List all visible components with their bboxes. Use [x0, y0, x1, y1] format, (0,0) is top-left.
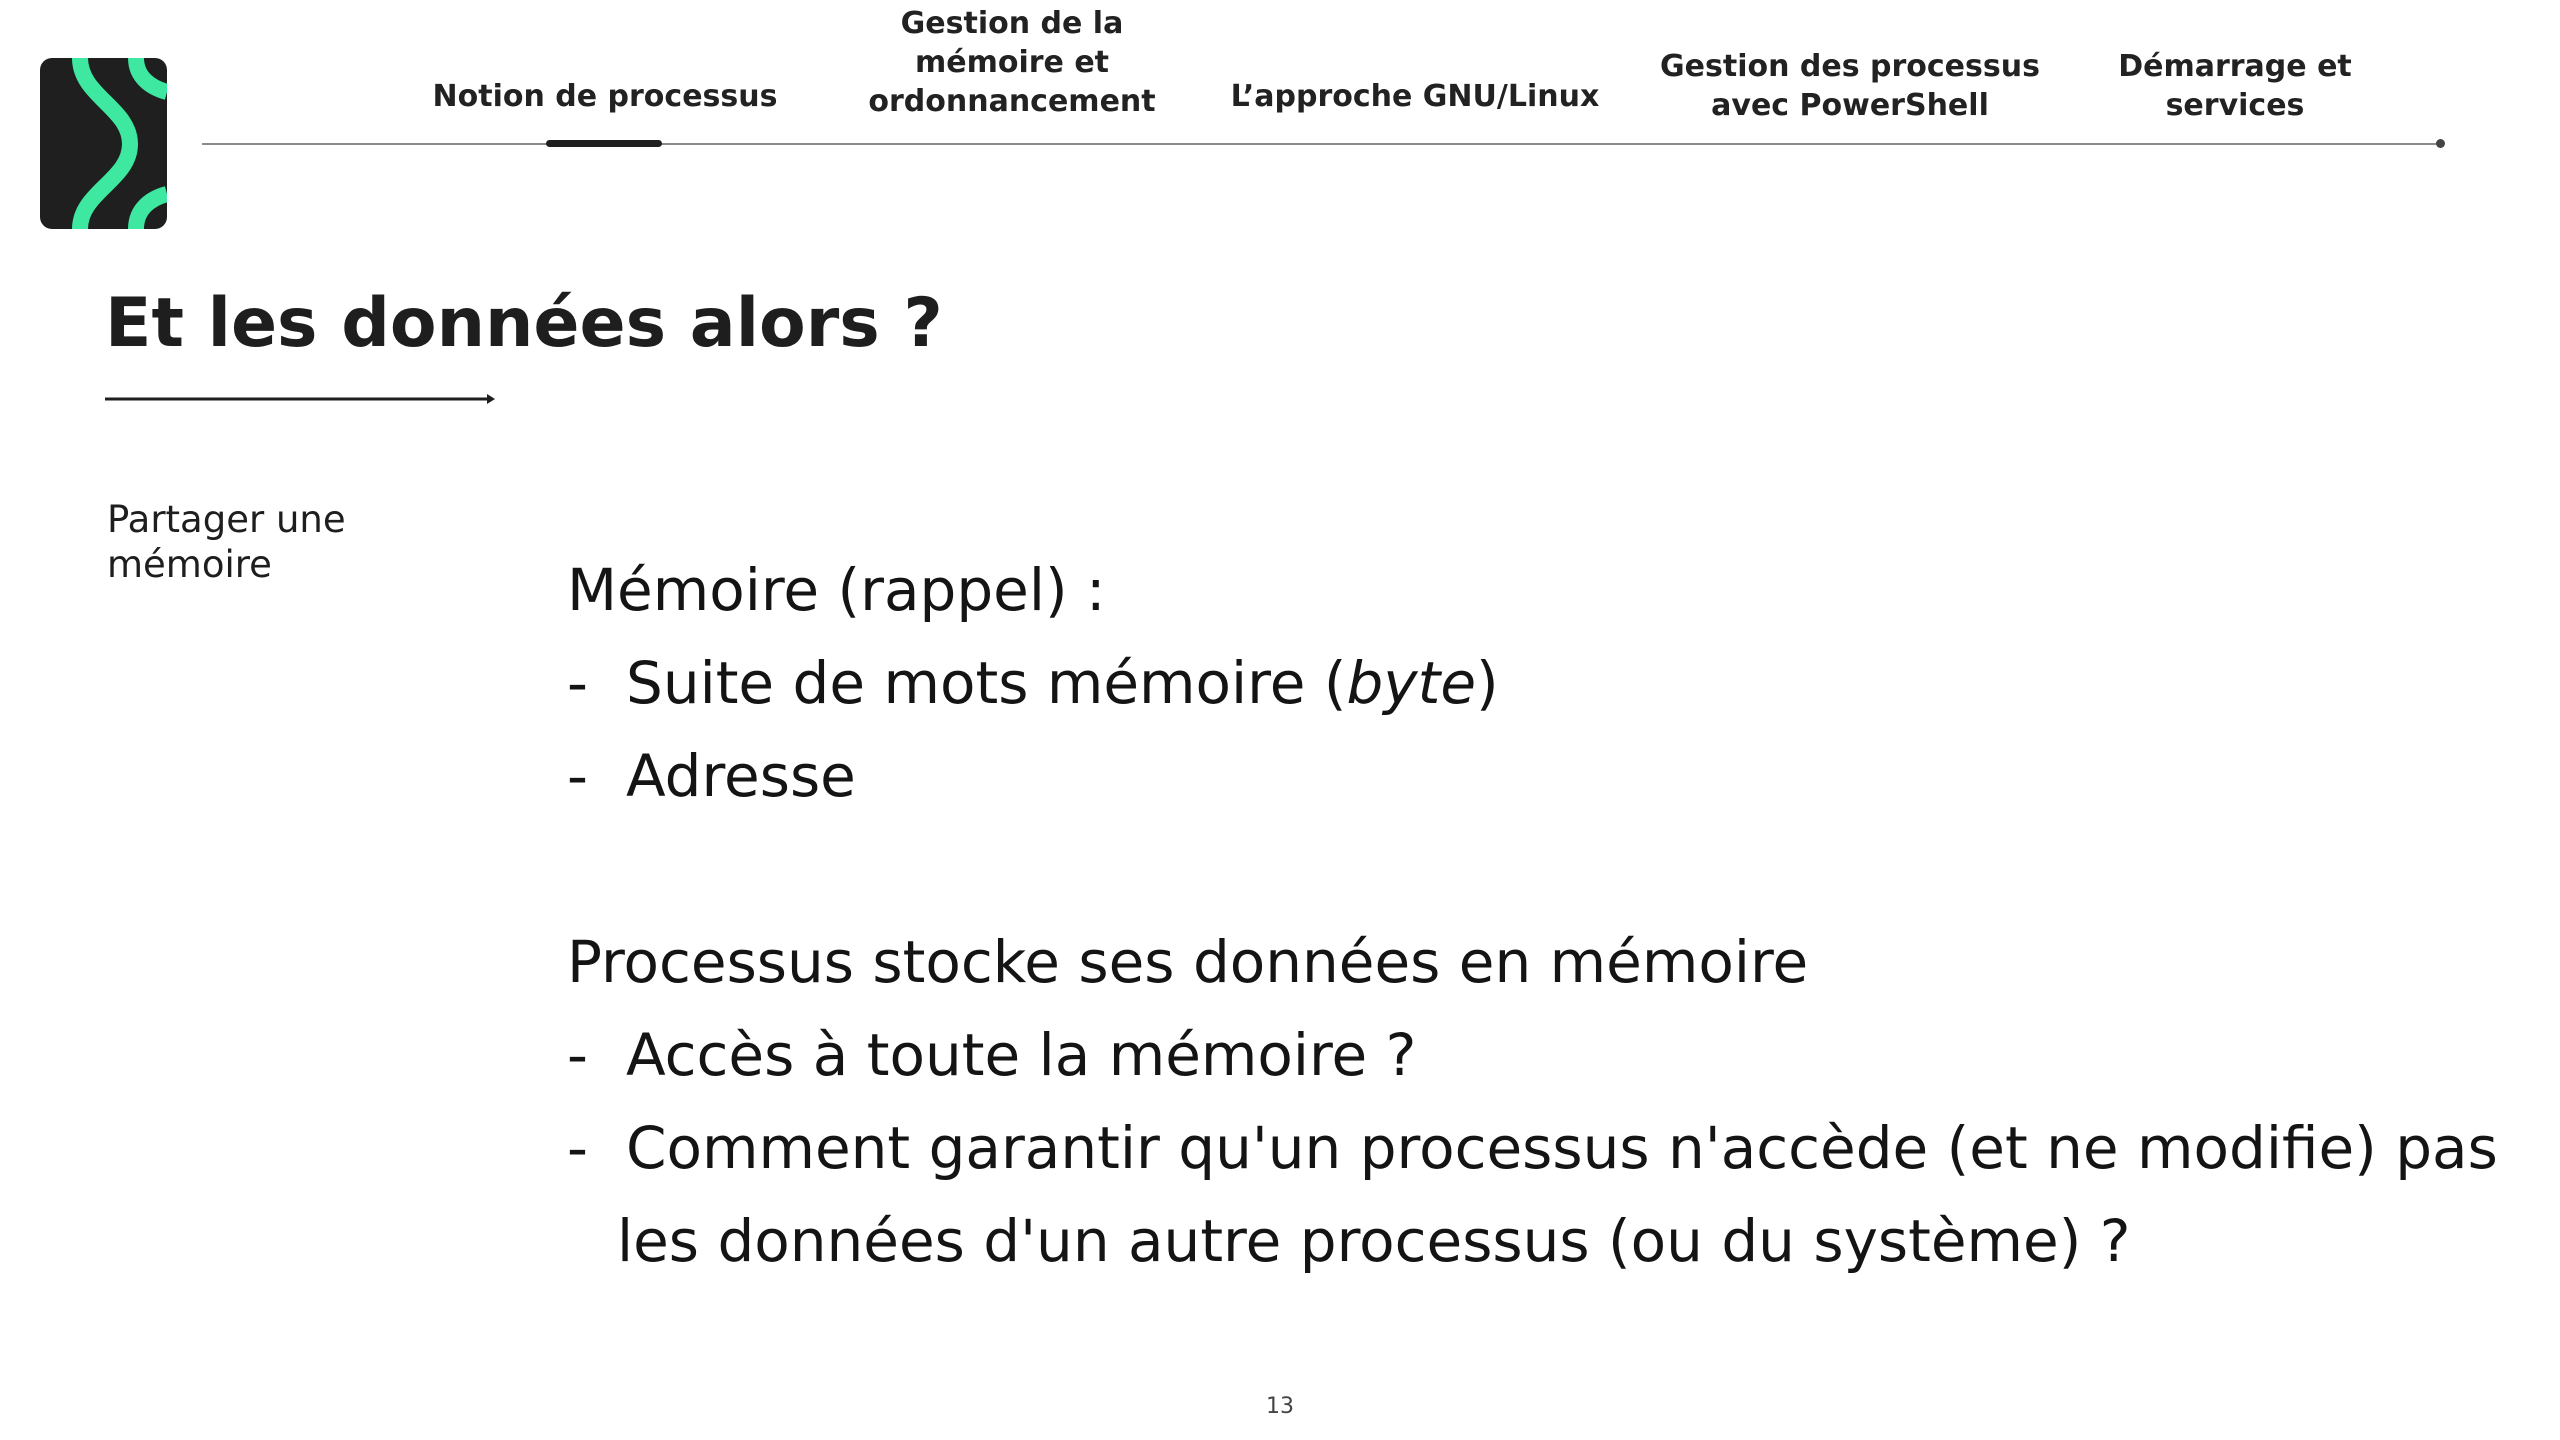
nav-progress-end-dot [2436, 139, 2445, 148]
content-heading-memory: Mémoire (rappel) : [567, 556, 1106, 624]
bullet-italic-term: byte [1346, 649, 1477, 717]
bullet-dash: - [567, 1114, 588, 1182]
nav-progress-line [202, 143, 2442, 145]
bullet-item-memory-isolation: - Comment garantir qu'un processus n'acc… [567, 1102, 2527, 1195]
bullet-item-address: - Adresse [567, 730, 2527, 823]
nav-item-notion-de-processus[interactable]: Notion de processus [400, 77, 810, 116]
bullet-item-memory-access: - Accès à toute la mémoire ? [567, 1009, 2527, 1102]
bullet-text: Suite de mots mémoire (byte) [626, 649, 1499, 717]
bullet-text: Accès à toute la mémoire ? [626, 1021, 1417, 1089]
nav-item-gestion-memoire[interactable]: Gestion de la mémoire et ordonnancement [822, 4, 1202, 121]
nav-active-indicator [546, 140, 662, 147]
content-heading-process-data: Processus stocke ses données en mémoire [567, 928, 1809, 996]
bullet-item-memory-words: - Suite de mots mémoire (byte) [567, 637, 2527, 730]
bullet-dash: - [567, 742, 588, 810]
bullet-dash: - [567, 1021, 588, 1089]
title-underline-arrow-icon [105, 394, 495, 404]
nav-item-gestion-powershell[interactable]: Gestion des processus avec PowerShell [1640, 47, 2060, 125]
slide-content: Mémoire (rappel) : - Suite de mots mémoi… [567, 544, 2527, 1288]
bullet-item-memory-isolation-continued: les données d'un autre processus (ou du … [617, 1207, 2131, 1275]
page-title: Et les données alors ? [105, 284, 943, 363]
section-sidebar-label: Partager une mémoire [107, 498, 346, 586]
section-navigation: Notion de processus Gestion de la mémoir… [0, 0, 2560, 150]
nav-item-demarrage-services[interactable]: Démarrage et services [2090, 47, 2380, 125]
bullet-text: Adresse [626, 742, 856, 810]
page-number: 13 [1266, 1394, 1294, 1419]
nav-item-approche-gnu-linux[interactable]: L’approche GNU/Linux [1215, 77, 1615, 116]
bullet-text: Comment garantir qu'un processus n'accèd… [626, 1114, 2498, 1182]
bullet-dash: - [567, 649, 588, 717]
